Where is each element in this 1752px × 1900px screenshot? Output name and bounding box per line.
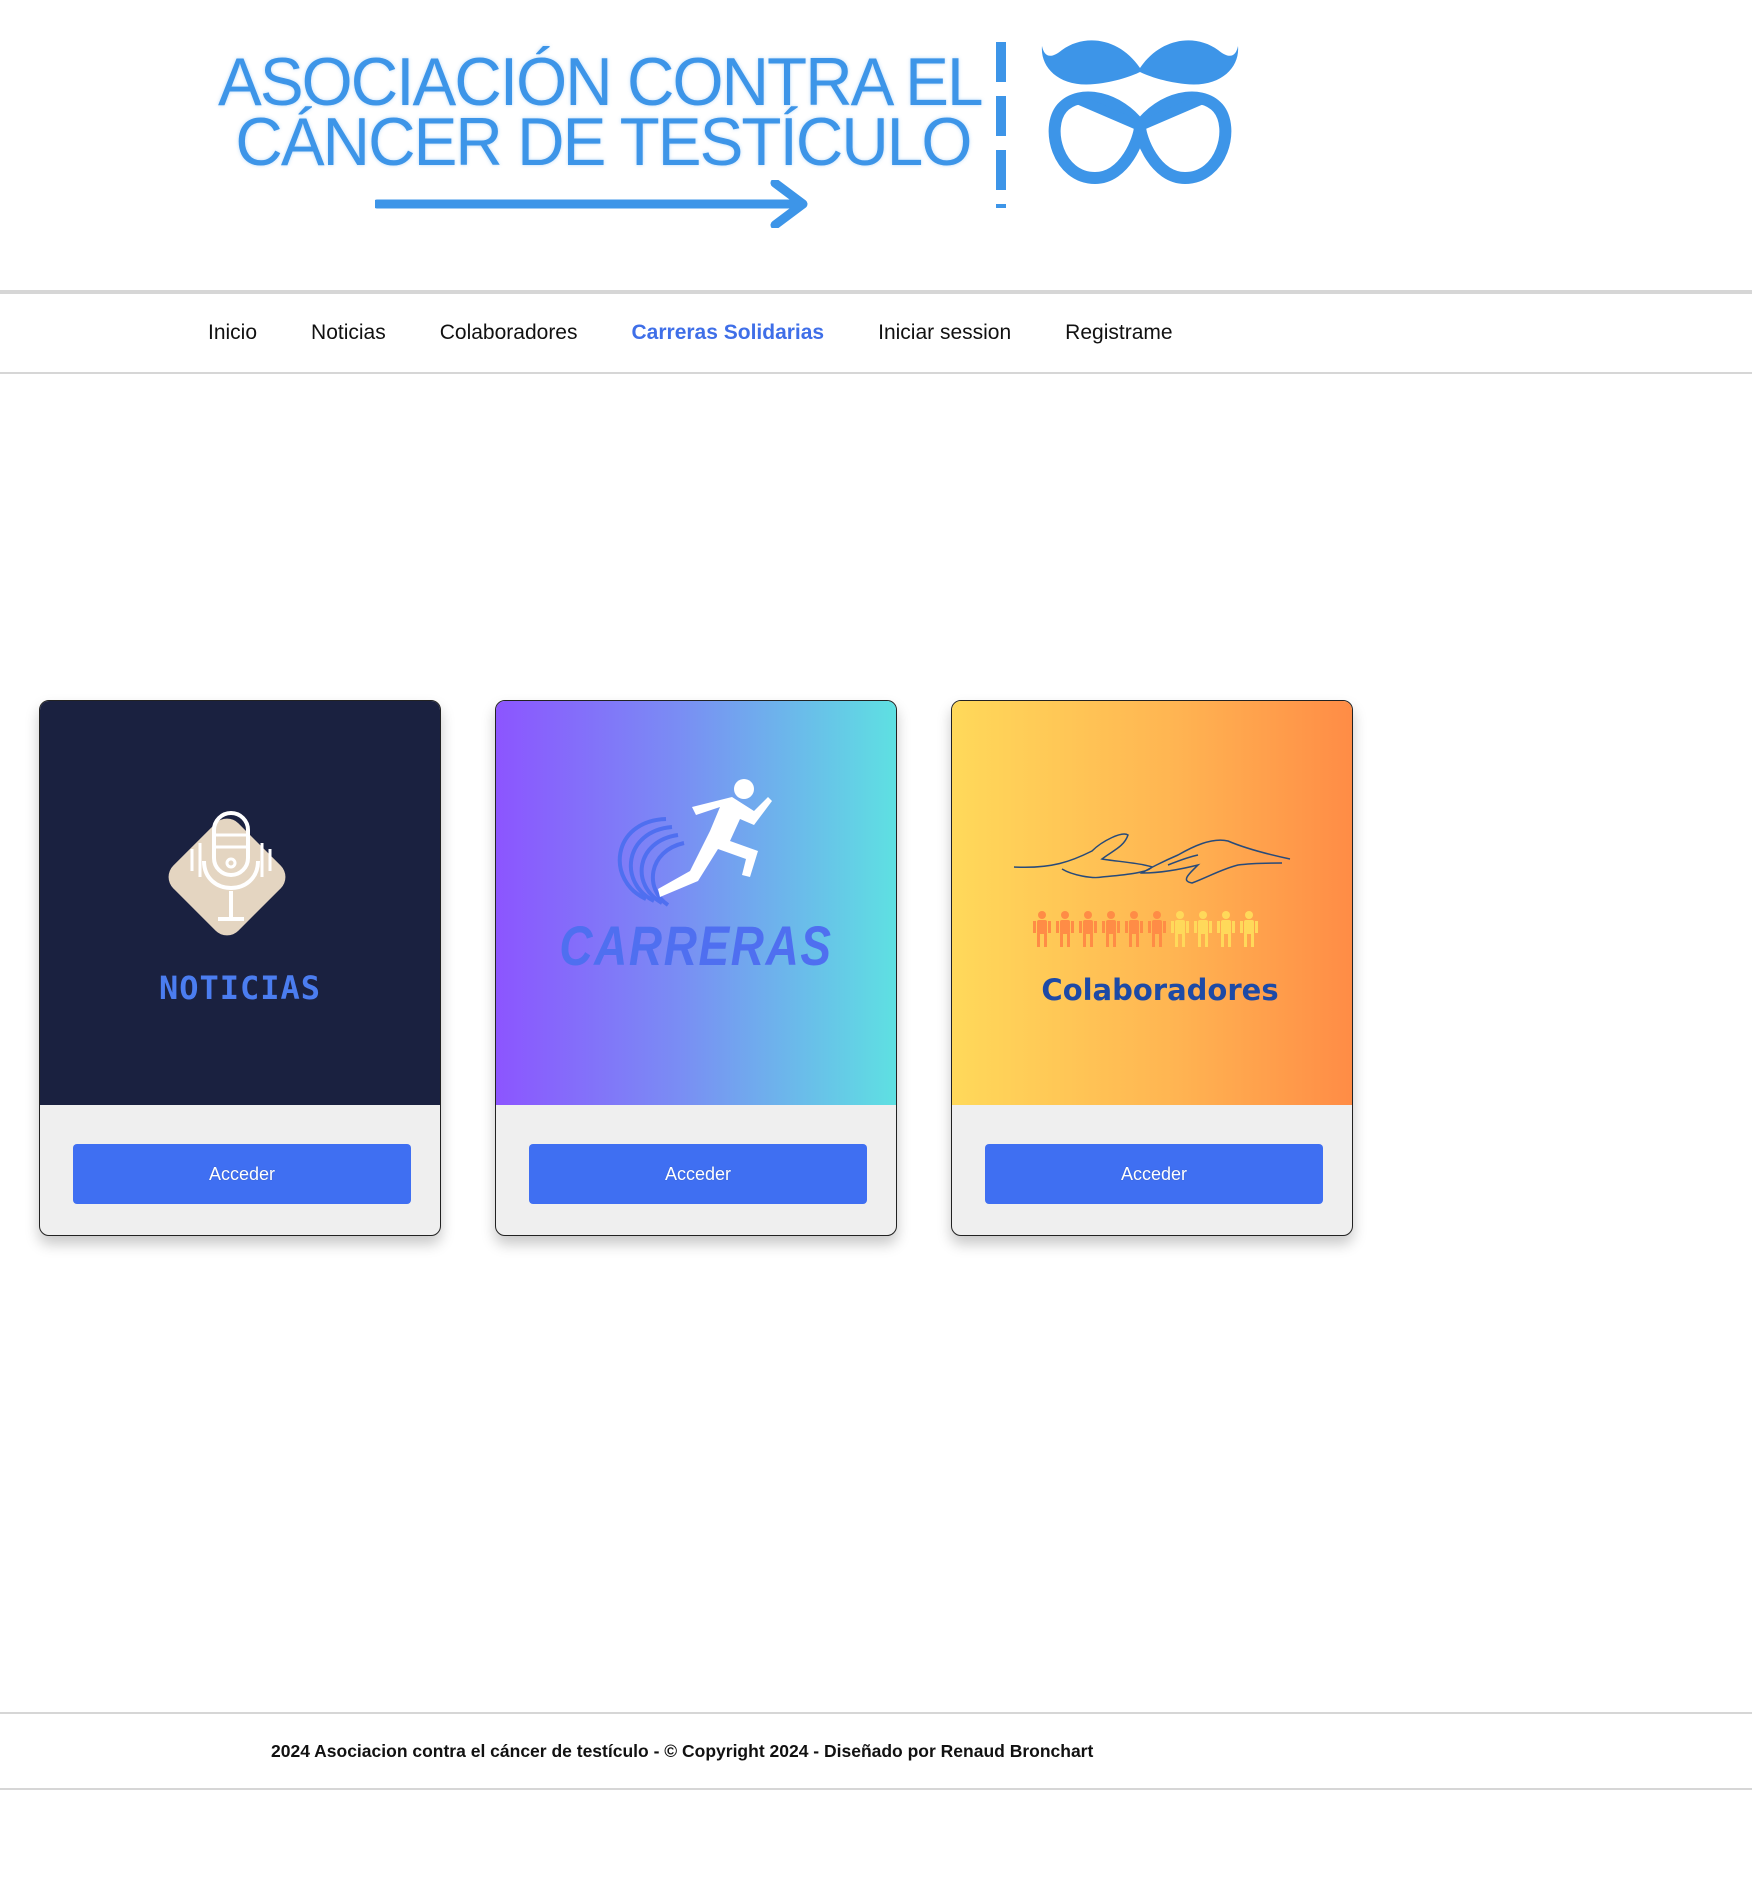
- logo-arrow-icon: [375, 180, 808, 228]
- page: ASOCIACIÓN CONTRA EL CÁNCER DE TESTÍCULO…: [0, 0, 1752, 1900]
- card-grid: NOTICIAS Acceder CARRERAS Acceder Colabo…: [39, 700, 1353, 1236]
- acceder-button[interactable]: Acceder: [73, 1144, 411, 1204]
- nav-item-iniciar-session[interactable]: Iniciar session: [878, 321, 1011, 345]
- nav-item-noticias[interactable]: Noticias: [311, 321, 386, 345]
- site-header: ASOCIACIÓN CONTRA EL CÁNCER DE TESTÍCULO: [0, 0, 1752, 290]
- logo-line-1: ASOCIACIÓN CONTRA EL: [218, 44, 984, 120]
- mustache-ribbon-icon: [1041, 40, 1239, 185]
- card-image-noticias: NOTICIAS: [40, 701, 440, 1105]
- site-logo[interactable]: ASOCIACIÓN CONTRA EL CÁNCER DE TESTÍCULO: [218, 44, 984, 180]
- logo-line-2: CÁNCER DE TESTÍCULO: [235, 104, 972, 180]
- acceder-button[interactable]: Acceder: [985, 1144, 1323, 1204]
- nav-item-carreras-solidarias[interactable]: Carreras Solidarias: [632, 321, 825, 345]
- card-image-colaboradores: Colaboradores: [952, 701, 1352, 1105]
- nav-item-colaboradores[interactable]: Colaboradores: [440, 321, 578, 345]
- nav-item-registrame[interactable]: Registrame: [1065, 321, 1172, 345]
- logo-divider-icon: [996, 42, 1006, 208]
- card-colaboradores: Colaboradores Acceder: [951, 700, 1353, 1236]
- site-footer: 2024 Asociacion contra el cáncer de test…: [0, 1712, 1752, 1790]
- footer-copyright: 2024 Asociacion contra el cáncer de test…: [271, 1741, 1094, 1761]
- microphone-icon: [168, 811, 286, 936]
- runner-icon: [617, 779, 772, 907]
- people-row-icon: [1033, 911, 1258, 947]
- card-image-title: Colaboradores: [1041, 973, 1279, 1007]
- acceder-button[interactable]: Acceder: [529, 1144, 867, 1204]
- card-image-carreras: CARRERAS: [496, 701, 896, 1105]
- nav-item-inicio[interactable]: Inicio: [208, 321, 257, 345]
- main-nav: Inicio Noticias Colaboradores Carreras S…: [0, 290, 1752, 374]
- card-carreras: CARRERAS Acceder: [495, 700, 897, 1236]
- card-image-title: CARRERAS: [559, 914, 833, 977]
- nav-list: Inicio Noticias Colaboradores Carreras S…: [208, 294, 1173, 372]
- card-image-title: NOTICIAS: [158, 969, 322, 1007]
- card-noticias: NOTICIAS Acceder: [39, 700, 441, 1236]
